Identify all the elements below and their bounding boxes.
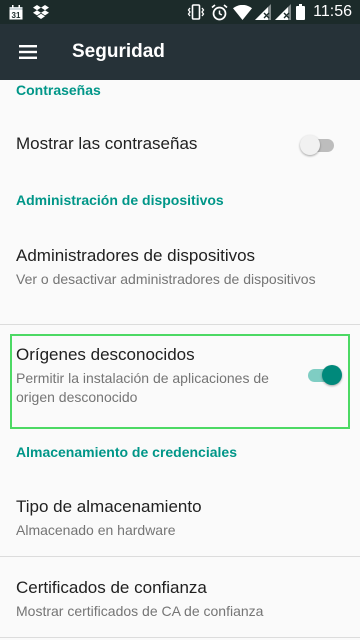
page-title: Seguridad (72, 41, 165, 62)
unknown-sources-switch[interactable] (306, 364, 342, 386)
dropbox-icon (32, 0, 50, 24)
pref-title: Administradores de dispositivos (16, 246, 256, 265)
app-bar: Seguridad (0, 24, 360, 80)
pref-title: Mostrar las contraseñas (16, 134, 198, 153)
status-time: 11:56 (313, 3, 352, 20)
pref-storage-type[interactable]: Tipo de almacenamiento Almacenado en har… (0, 472, 360, 556)
show-passwords-switch[interactable] (300, 134, 336, 156)
status-bar: 31 11:56 (0, 0, 360, 24)
category-passwords: Contraseñas (16, 82, 101, 98)
wifi-icon (231, 0, 253, 24)
vibrate-icon (186, 0, 206, 24)
menu-icon[interactable] (8, 32, 48, 72)
pref-trusted-certs[interactable]: Certificados de confianza Mostrar certif… (0, 557, 360, 637)
category-device-admin: Administración de dispositivos (16, 192, 224, 208)
pref-device-admins[interactable]: Administradores de dispositivos Ver o de… (0, 220, 360, 324)
pref-title: Orígenes desconocidos (16, 345, 195, 364)
calendar-icon: 31 (8, 0, 24, 24)
signal-icon (274, 0, 292, 24)
category-credentials: Almacenamiento de credenciales (16, 444, 237, 460)
pref-summary: Ver o desactivar administradores de disp… (16, 271, 316, 287)
pref-summary: Permitir la instalación de aplicaciones … (16, 370, 269, 405)
calendar-day: 31 (12, 11, 21, 20)
pref-show-passwords[interactable]: Mostrar las contraseñas (0, 108, 360, 180)
battery-icon (294, 0, 306, 24)
pref-unknown-sources[interactable]: Orígenes desconocidos Permitir la instal… (0, 325, 360, 437)
alarm-icon (209, 0, 229, 24)
pref-title: Certificados de confianza (16, 578, 207, 597)
pref-summary: Almacenado en hardware (16, 522, 176, 538)
divider (0, 637, 360, 638)
pref-summary: Mostrar certificados de CA de confianza (16, 603, 264, 619)
settings-list[interactable]: Contraseñas Mostrar las contraseñas Admi… (0, 80, 360, 640)
pref-title: Tipo de almacenamiento (16, 497, 202, 516)
signal-icon (254, 0, 272, 24)
